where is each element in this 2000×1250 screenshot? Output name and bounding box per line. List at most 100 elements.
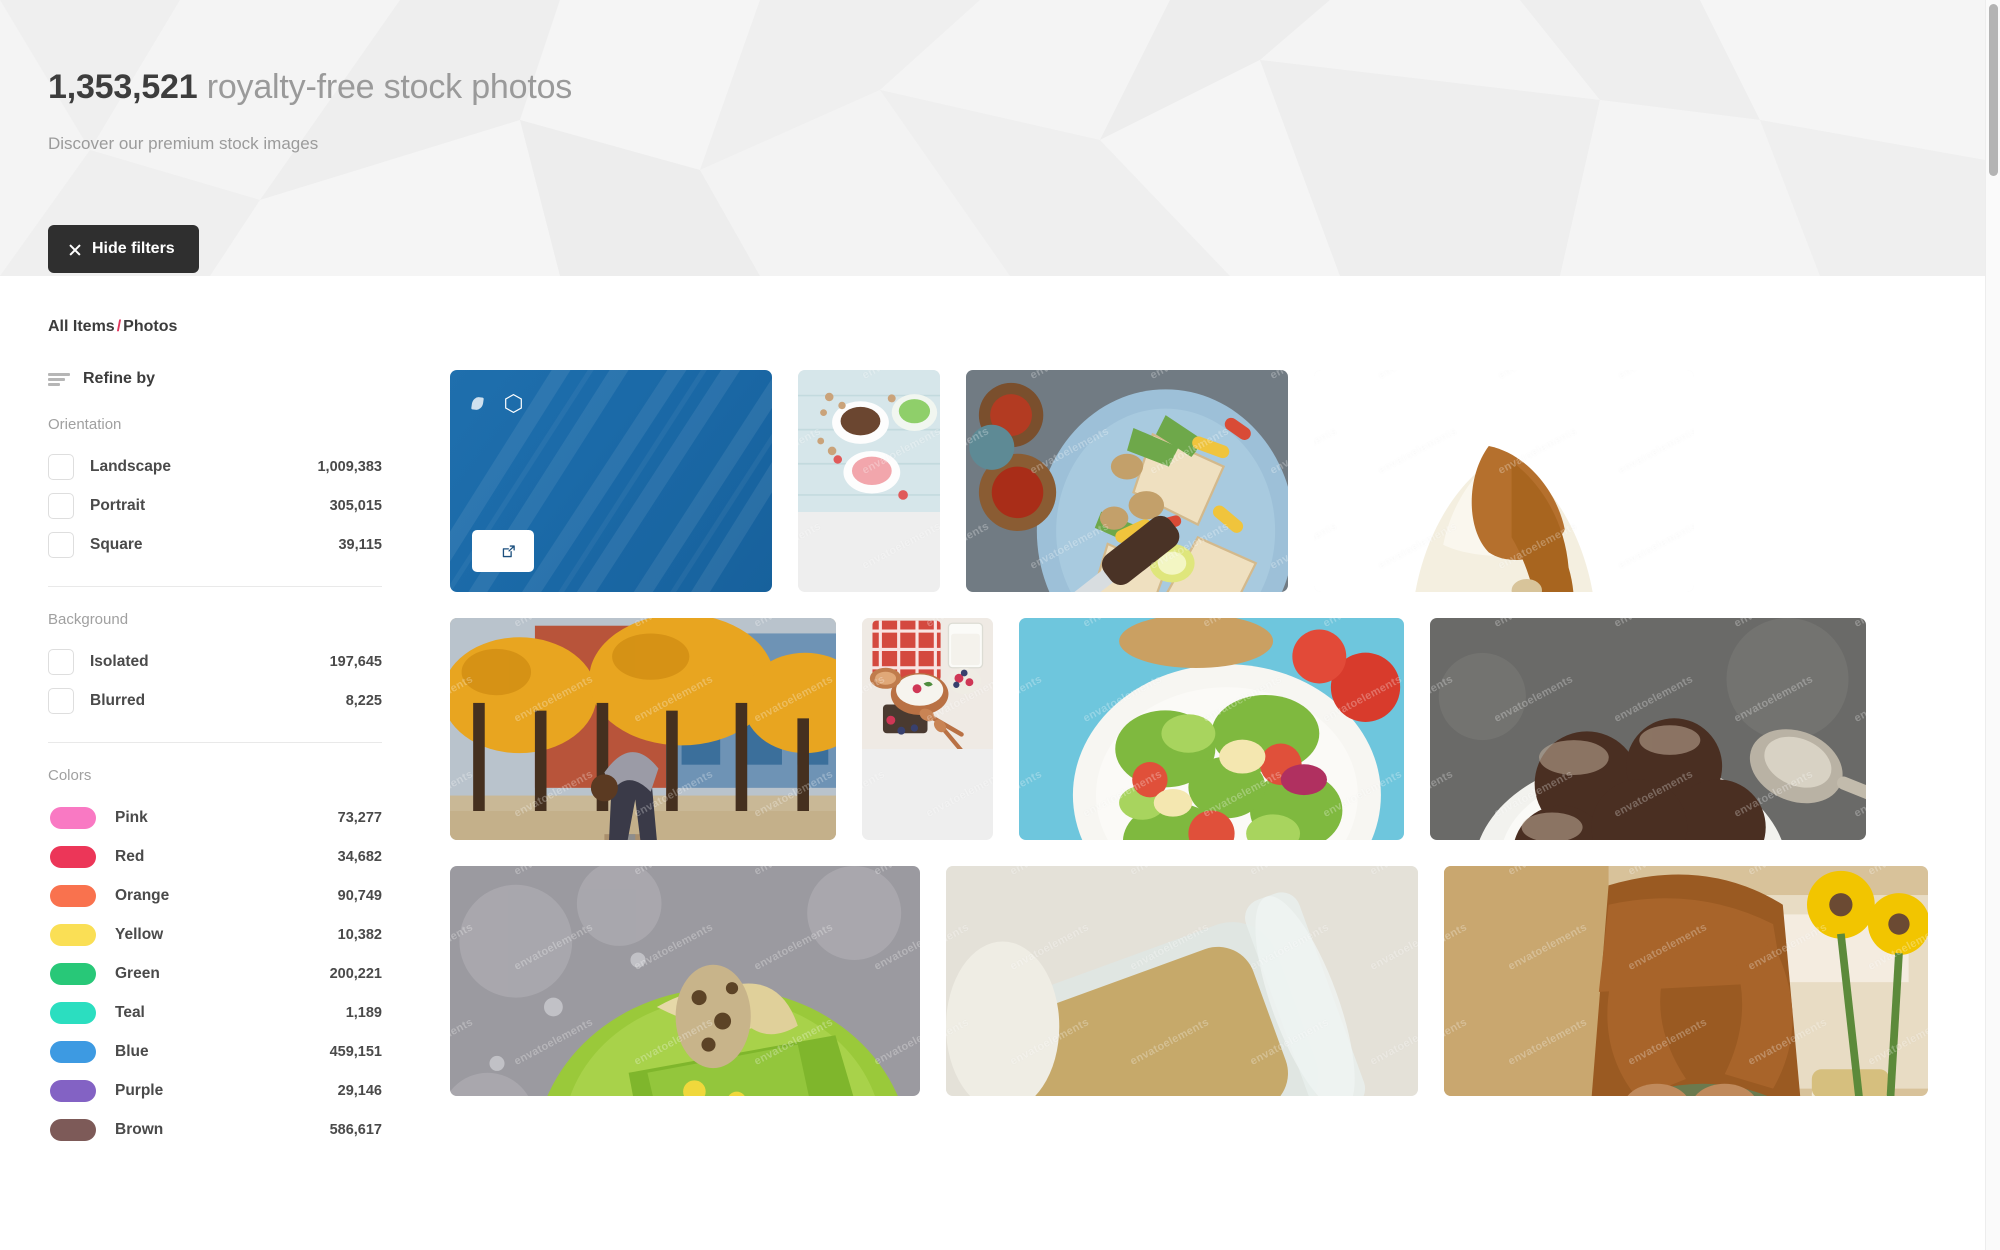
photo-card[interactable]: envatoelements envatoelements envatoelemen… bbox=[1314, 370, 1694, 592]
facet-option-label: Orange bbox=[115, 886, 170, 904]
facet-option-portrait[interactable]: Portrait 305,015 bbox=[48, 486, 382, 525]
refine-by-header: Refine by bbox=[48, 368, 382, 390]
facet-background: Background Isolated 197,645 Blurred 8,225 bbox=[48, 611, 382, 720]
go-to-twenty20-button[interactable] bbox=[472, 530, 534, 572]
breadcrumb-all-items[interactable]: All Items bbox=[48, 318, 115, 335]
breadcrumb-photos[interactable]: Photos bbox=[123, 318, 177, 335]
photo-card[interactable]: envatoelements envatoelements envatoelemen… bbox=[1019, 618, 1404, 840]
facet-option-count: 73,277 bbox=[337, 809, 382, 826]
checkbox-blurred[interactable] bbox=[48, 687, 74, 714]
facet-option-label: Purple bbox=[115, 1081, 164, 1099]
color-swatch-blue[interactable] bbox=[50, 1040, 96, 1063]
facet-option-count: 29,146 bbox=[337, 1082, 382, 1099]
photo-card[interactable]: envatoelements envatoelements envatoelemen… bbox=[1430, 618, 1866, 840]
facet-option-count: 200,221 bbox=[329, 965, 382, 982]
photo-thumbnail bbox=[450, 618, 836, 840]
facet-option-square[interactable]: Square 39,115 bbox=[48, 525, 382, 564]
facet-option-green[interactable]: Green 200,221 bbox=[48, 954, 382, 993]
facet-option-label: Blurred bbox=[90, 691, 146, 709]
photo-count: 1,353,521 bbox=[48, 68, 198, 106]
facet-option-label: Isolated bbox=[90, 652, 149, 670]
photo-card[interactable]: envatoelements envatoelements envatoelemen… bbox=[798, 370, 940, 592]
photo-thumbnail bbox=[966, 370, 1288, 592]
facet-option-pink[interactable]: Pink 73,277 bbox=[48, 798, 382, 837]
facet-option-count: 1,189 bbox=[345, 1004, 382, 1021]
scrollbar-thumb[interactable] bbox=[1989, 4, 1998, 176]
photo-thumbnail bbox=[1444, 866, 1928, 1096]
color-swatch-pink[interactable] bbox=[50, 806, 96, 829]
color-swatch-orange[interactable] bbox=[50, 884, 96, 907]
grid-row: envatoelements envatoelements envatoelemen… bbox=[450, 866, 1928, 1096]
facet-option-blurred[interactable]: Blurred 8,225 bbox=[48, 681, 382, 720]
photo-thumbnail bbox=[1314, 370, 1694, 592]
facet-option-count: 305,015 bbox=[329, 497, 382, 514]
photo-results-grid: envatoelements envatoelements envatoelemen… bbox=[450, 370, 1928, 1122]
facet-option-count: 10,382 bbox=[337, 926, 382, 943]
checkbox-isolated[interactable] bbox=[48, 648, 74, 675]
checkbox-square[interactable] bbox=[48, 531, 74, 558]
facet-title: Colors bbox=[48, 767, 92, 784]
facet-option-count: 39,115 bbox=[338, 536, 382, 553]
facet-option-landscape[interactable]: Landscape 1,009,383 bbox=[48, 447, 382, 486]
facet-option-blue[interactable]: Blue 459,151 bbox=[48, 1032, 382, 1071]
checkbox-landscape[interactable] bbox=[48, 453, 74, 480]
page-title-suffix: royalty-free stock photos bbox=[197, 68, 573, 106]
photo-thumbnail bbox=[1019, 618, 1404, 840]
envato-elements-logo bbox=[471, 395, 487, 411]
facet-option-isolated[interactable]: Isolated 197,645 bbox=[48, 642, 382, 681]
close-icon bbox=[68, 243, 81, 256]
facet-option-label: Portrait bbox=[90, 496, 146, 514]
facet-option-purple[interactable]: Purple 29,146 bbox=[48, 1071, 382, 1110]
facet-option-count: 459,151 bbox=[329, 1043, 382, 1060]
facet-option-yellow[interactable]: Yellow 10,382 bbox=[48, 915, 382, 954]
facet-list: Orientation Landscape 1,009,383 Portrait 305… bbox=[48, 416, 382, 1149]
facet-option-red[interactable]: Red 34,682 bbox=[48, 837, 382, 876]
photo-thumbnail bbox=[798, 370, 940, 512]
facet-option-teal[interactable]: Teal 1,189 bbox=[48, 993, 382, 1032]
external-link-icon bbox=[502, 544, 515, 557]
facet-option-count: 34,682 bbox=[337, 848, 382, 865]
photo-card[interactable]: envatoelements envatoelements envatoelemen… bbox=[946, 866, 1418, 1096]
facet-option-label: Landscape bbox=[90, 457, 171, 475]
breadcrumb: All Items / Photos bbox=[48, 318, 177, 336]
color-swatch-green[interactable] bbox=[50, 962, 96, 985]
hero-banner: 1,353,521 royalty-free stock photos Disc… bbox=[0, 0, 1985, 276]
page-scrollbar[interactable] bbox=[1985, 0, 2000, 1250]
color-swatch-purple[interactable] bbox=[50, 1079, 96, 1102]
twenty20-hex-badge-icon bbox=[505, 393, 522, 413]
photo-card[interactable]: envatoelements envatoelements envatoelemen… bbox=[862, 618, 993, 840]
promo-banner-card[interactable] bbox=[450, 370, 772, 592]
color-swatch-red[interactable] bbox=[50, 845, 96, 868]
grid-row: envatoelements envatoelements envatoelemen… bbox=[450, 370, 1928, 592]
promo-logo-row bbox=[471, 393, 750, 413]
facet-option-label: Green bbox=[115, 964, 160, 982]
photo-card[interactable]: envatoelements envatoelements envatoelemen… bbox=[450, 618, 836, 840]
grid-row: envatoelements envatoelements envatoelemen… bbox=[450, 618, 1928, 840]
facet-option-count: 8,225 bbox=[345, 692, 382, 709]
breadcrumb-separator: / bbox=[116, 318, 122, 335]
facet-option-label: Pink bbox=[115, 808, 148, 826]
photo-card[interactable]: envatoelements envatoelements envatoelemen… bbox=[450, 866, 920, 1096]
checkbox-portrait[interactable] bbox=[48, 492, 74, 519]
color-swatch-teal[interactable] bbox=[50, 1001, 96, 1024]
photo-thumbnail bbox=[1430, 618, 1866, 840]
photo-card[interactable]: envatoelements envatoelements envatoelemen… bbox=[1444, 866, 1928, 1096]
facet-option-brown[interactable]: Brown 586,617 bbox=[48, 1110, 382, 1149]
hide-filters-label: Hide filters bbox=[92, 240, 175, 257]
facet-option-count: 197,645 bbox=[329, 653, 382, 670]
facet-title: Background bbox=[48, 611, 129, 628]
hide-filters-button[interactable]: Hide filters bbox=[48, 225, 199, 273]
facet-title: Orientation bbox=[48, 416, 122, 433]
facet-option-count: 1,009,383 bbox=[317, 458, 382, 475]
filter-icon bbox=[48, 371, 70, 387]
photo-card[interactable]: envatoelements envatoelements envatoelemen… bbox=[966, 370, 1288, 592]
facet-colors: Colors Pink 73,277 Red 34,682 Orange 90,749 Yel… bbox=[48, 767, 382, 1149]
page-title: 1,353,521 royalty-free stock photos bbox=[48, 68, 572, 107]
color-swatch-yellow[interactable] bbox=[50, 923, 96, 946]
facet-orientation: Orientation Landscape 1,009,383 Portrait 305… bbox=[48, 416, 382, 564]
page-subtitle: Discover our premium stock images bbox=[48, 134, 319, 153]
facet-divider bbox=[48, 742, 382, 743]
facet-option-orange[interactable]: Orange 90,749 bbox=[48, 876, 382, 915]
facet-option-label: Teal bbox=[115, 1003, 145, 1021]
color-swatch-brown[interactable] bbox=[50, 1118, 96, 1141]
